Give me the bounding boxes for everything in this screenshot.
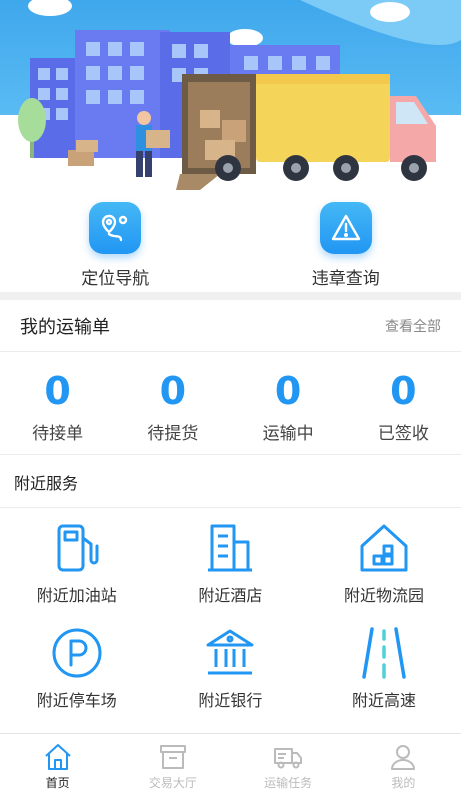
stat-value: 0: [159, 369, 187, 413]
quick-label: 违章查询: [311, 269, 380, 289]
nearby-title: 附近服务: [14, 473, 79, 493]
nearby-parking[interactable]: 附近停车场: [0, 625, 154, 729]
tab-label: 我的: [391, 776, 416, 790]
logistics-park-icon: [360, 524, 408, 572]
stat-label: 待接单: [32, 424, 84, 444]
view-all-link[interactable]: 查看全部: [385, 316, 441, 336]
tab-label: 运输任务: [264, 776, 313, 790]
nearby-logistics-park[interactable]: 附近物流园: [307, 520, 461, 624]
hotel-building-icon: [208, 524, 253, 572]
banner-illustration: [0, 0, 461, 190]
stat-pending-accept[interactable]: 0 待接单: [0, 353, 115, 454]
bank-icon: [206, 629, 254, 675]
stat-label: 运输中: [262, 424, 314, 444]
user-icon: [391, 745, 416, 770]
nearby-gas-station[interactable]: 附近加油站: [0, 520, 154, 624]
tab-trading-hall[interactable]: 交易大厅: [115, 734, 230, 800]
service-label: 附近酒店: [198, 586, 263, 605]
service-label: 附近加油站: [36, 586, 117, 605]
quick-label: 定位导航: [81, 269, 150, 289]
tab-label: 首页: [45, 776, 70, 790]
nearby-hotel[interactable]: 附近酒店: [154, 520, 308, 624]
stat-label: 已签收: [377, 424, 429, 444]
nearby-header: 附近服务: [0, 456, 461, 508]
service-label: 附近停车场: [36, 691, 117, 710]
location-navigation-icon: [89, 202, 142, 254]
service-label: 附近高速: [351, 691, 416, 710]
service-label: 附近物流园: [343, 586, 424, 605]
highway-icon: [362, 627, 406, 679]
tab-transport-tasks[interactable]: 运输任务: [231, 734, 346, 800]
stat-pending-pickup[interactable]: 0 待提货: [115, 353, 230, 454]
gas-station-icon: [57, 524, 99, 572]
stat-value: 0: [390, 369, 417, 413]
quick-actions: 定位导航 违章查询: [0, 190, 461, 290]
stat-value: 0: [274, 369, 302, 413]
home-icon: [44, 744, 71, 770]
violation-query-button[interactable]: 违章查询: [231, 190, 461, 290]
tab-home[interactable]: 首页: [0, 734, 115, 800]
section-divider: [0, 292, 461, 300]
order-stats: 0 待接单 0 待提货 0 运输中 0 已签收: [0, 353, 461, 455]
trading-hall-icon: [159, 745, 186, 769]
orders-header: 我的运输单 查看全部: [0, 300, 461, 352]
stat-in-transit[interactable]: 0 运输中: [231, 353, 346, 454]
service-label: 附近银行: [198, 691, 263, 710]
orders-title: 我的运输单: [20, 316, 110, 338]
nearby-highway[interactable]: 附近高速: [307, 625, 461, 729]
stat-label: 待提货: [147, 424, 199, 444]
warning-triangle-icon: [319, 202, 372, 254]
location-navigation-button[interactable]: 定位导航: [0, 190, 231, 290]
bottom-tab-bar: 首页 交易大厅 运输任务 我的: [0, 733, 461, 800]
nearby-bank[interactable]: 附近银行: [154, 625, 308, 729]
stat-value: 0: [44, 369, 71, 413]
truck-icon: [274, 748, 303, 769]
nearby-services-grid: 附近加油站 附近酒店 附近物流园 附近停车场 附近银行 附近高速: [0, 520, 461, 730]
stat-signed[interactable]: 0 已签收: [346, 353, 461, 454]
parking-icon: [52, 628, 102, 678]
tab-profile[interactable]: 我的: [346, 734, 461, 800]
tab-label: 交易大厅: [148, 776, 197, 790]
